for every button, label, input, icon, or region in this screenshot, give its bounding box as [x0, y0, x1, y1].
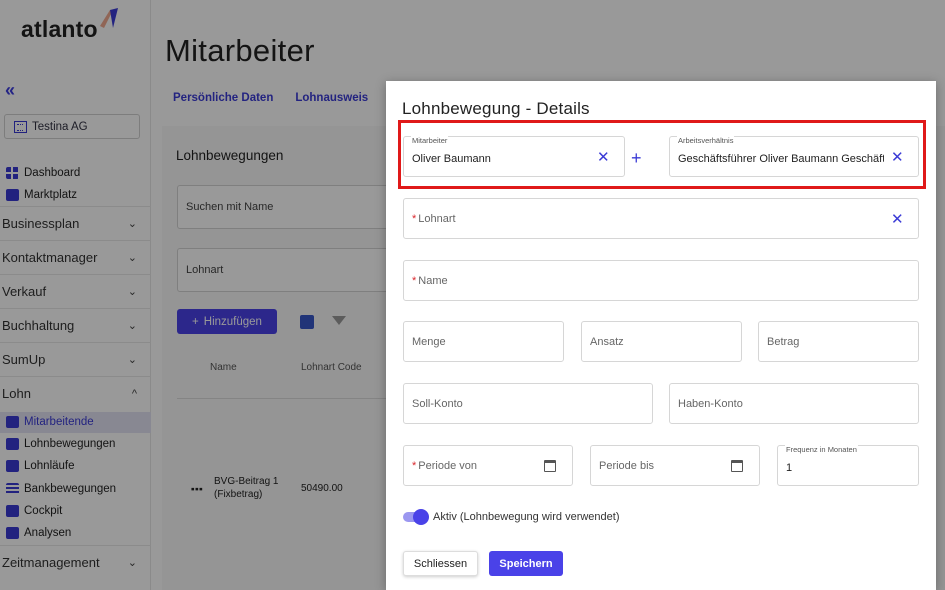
name-field[interactable]: * Name: [403, 260, 919, 301]
save-button[interactable]: Speichern: [489, 551, 563, 576]
menge-field[interactable]: Menge: [403, 321, 564, 362]
dialog-title: Lohnbewegung - Details: [402, 99, 590, 118]
lohnart-label: Lohnart: [418, 213, 456, 225]
periode-von-field[interactable]: * Periode von: [403, 445, 573, 486]
periode-bis-placeholder: Periode bis: [599, 460, 655, 472]
haben-konto-placeholder: Haben-Konto: [678, 398, 743, 410]
required-mark: *: [412, 213, 417, 225]
frequenz-field[interactable]: Frequenz in Monaten 1: [777, 445, 919, 486]
haben-konto-field[interactable]: Haben-Konto: [669, 383, 919, 424]
lohnart-placeholder: * Lohnart: [412, 213, 456, 225]
required-mark: *: [412, 275, 417, 287]
lohnart-field[interactable]: * Lohnart ✕: [403, 198, 919, 239]
betrag-field[interactable]: Betrag: [758, 321, 919, 362]
periode-bis-field[interactable]: Periode bis: [590, 445, 760, 486]
menge-placeholder: Menge: [412, 336, 446, 348]
name-label: Name: [418, 275, 448, 287]
ansatz-placeholder: Ansatz: [590, 336, 624, 348]
aktiv-toggle-knob[interactable]: [413, 509, 429, 525]
calendar-icon[interactable]: [731, 460, 743, 472]
periode-von-placeholder: * Periode von: [412, 460, 477, 472]
periode-von-label: Periode von: [418, 460, 477, 472]
soll-konto-field[interactable]: Soll-Konto: [403, 383, 653, 424]
betrag-placeholder: Betrag: [767, 336, 800, 348]
lohnbewegung-dialog: Lohnbewegung - Details Mitarbeiter Olive…: [386, 81, 936, 590]
calendar-icon[interactable]: [544, 460, 556, 472]
frequenz-value: 1: [786, 462, 793, 474]
frequenz-label: Frequenz in Monaten: [785, 445, 858, 454]
clear-lohnart-icon[interactable]: ✕: [891, 212, 904, 227]
aktiv-toggle-label: Aktiv (Lohnbewegung wird verwendet): [433, 511, 620, 523]
required-mark: *: [412, 460, 417, 472]
annotation-highlight-box: [398, 120, 926, 189]
ansatz-field[interactable]: Ansatz: [581, 321, 742, 362]
name-placeholder: * Name: [412, 275, 448, 287]
close-button[interactable]: Schliessen: [403, 551, 478, 576]
soll-konto-placeholder: Soll-Konto: [412, 398, 463, 410]
